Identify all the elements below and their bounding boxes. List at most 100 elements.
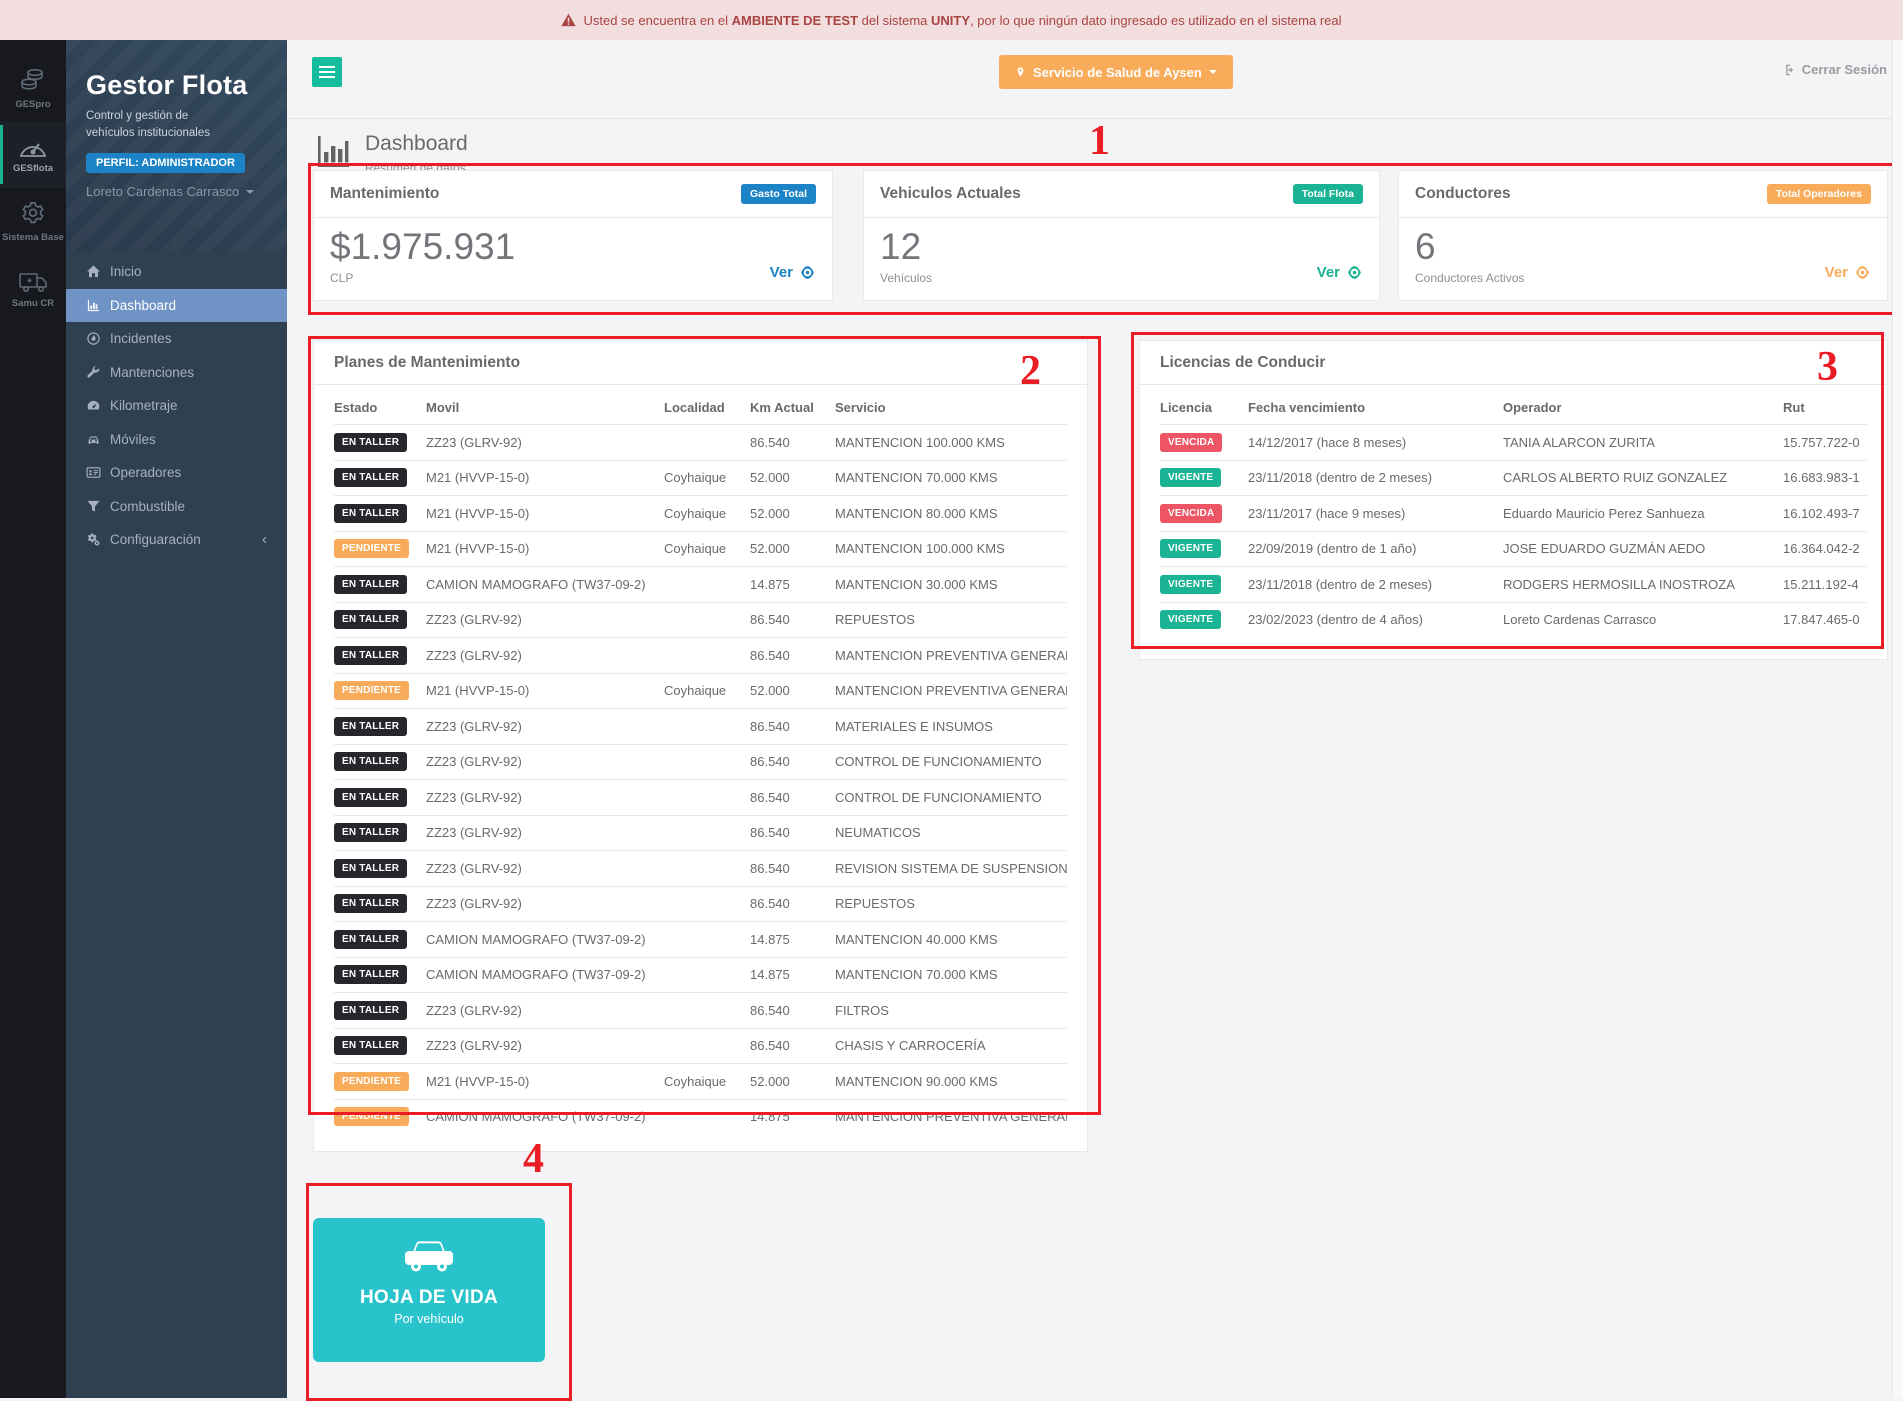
page-heading: Dashboard Resumen de datos — [313, 132, 468, 175]
sidebar-item-dashboard[interactable]: Dashboard — [66, 289, 287, 323]
sidebar-profile: Gestor Flota Control y gestión de vehícu… — [66, 40, 287, 252]
warning-icon — [561, 13, 576, 27]
cell-fecha: 23/11/2018 (dentro de 2 meses) — [1248, 567, 1503, 603]
id-card-icon — [86, 465, 101, 480]
cell-movil: ZZ23 (GLRV-92) — [426, 1028, 664, 1064]
cell-servicio: REVISION SISTEMA DE SUSPENSION — [835, 851, 1067, 887]
cell-localidad — [664, 993, 750, 1029]
rail-item-gespro[interactable]: GESpro — [0, 54, 66, 121]
cell-rut: 15.211.192-4 — [1783, 567, 1867, 603]
profile-role-badge: PERFIL: ADMINISTRADOR — [86, 153, 245, 173]
cell-fecha: 22/09/2019 (dentro de 1 año) — [1248, 531, 1503, 567]
cell-operador: JOSE EDUARDO GUZMÁN AEDO — [1503, 531, 1783, 567]
rail-item-gesflota[interactable]: GESflota — [0, 121, 66, 188]
sidebar-item-mantenciones[interactable]: Mantenciones — [66, 356, 287, 390]
chevron-left-icon: ‹ — [262, 532, 267, 547]
status-badge: EN TALLER — [334, 1036, 407, 1055]
rail-item-label: GESflota — [13, 164, 53, 174]
sidebar-item-incidentes[interactable]: Incidentes — [66, 322, 287, 356]
user-menu[interactable]: Loreto Cardenas Carrasco — [86, 184, 267, 199]
cell-servicio: MANTENCION 80.000 KMS — [835, 496, 1067, 532]
cell-servicio: MATERIALES E INSUMOS — [835, 709, 1067, 745]
maintenance-row: EN TALLER CAMION MAMOGRAFO (TW37-09-2) 1… — [334, 922, 1067, 958]
cell-km: 86.540 — [750, 815, 835, 851]
speedometer-icon — [17, 135, 49, 159]
cell-movil: M21 (HVVP-15-0) — [426, 1064, 664, 1100]
main-content: Servicio de Salud de Aysen Cerrar Sesión… — [287, 40, 1903, 1398]
status-badge: EN TALLER — [334, 788, 407, 807]
cell-localidad — [664, 815, 750, 851]
cell-km: 86.540 — [750, 744, 835, 780]
column-header: Licencia — [1160, 389, 1248, 425]
ver-link[interactable]: Ver — [1317, 264, 1363, 281]
stat-card-mantenimiento: Mantenimiento Gasto Total $1.975.931 CLP… — [313, 170, 833, 301]
logout-button[interactable]: Cerrar Sesión — [1781, 62, 1887, 77]
maintenance-table: Estado Movil Localidad Km Actual Servici… — [334, 389, 1067, 1134]
stat-value: 6 — [1415, 226, 1871, 269]
ver-link[interactable]: Ver — [770, 264, 816, 281]
stat-card-badge: Total Flota — [1293, 184, 1363, 204]
license-row: VENCIDA 14/12/2017 (hace 8 meses) TANIA … — [1160, 425, 1867, 461]
cell-operador: CARLOS ALBERTO RUIZ GONZALEZ — [1503, 460, 1783, 496]
status-badge: EN TALLER — [334, 965, 407, 984]
column-header: Rut — [1783, 389, 1867, 425]
hoja-de-vida-tile[interactable]: HOJA DE VIDA Por vehículo — [313, 1218, 545, 1362]
cell-movil: ZZ23 (GLRV-92) — [426, 780, 664, 816]
stat-value: $1.975.931 — [330, 226, 816, 269]
status-badge: EN TALLER — [334, 468, 407, 487]
license-row: VIGENTE 23/11/2018 (dentro de 2 meses) C… — [1160, 460, 1867, 496]
maintenance-row: PENDIENTE M21 (HVVP-15-0) Coyhaique 52.0… — [334, 531, 1067, 567]
status-badge: EN TALLER — [334, 1001, 407, 1020]
sidebar-item-kilometraje[interactable]: Kilometraje — [66, 389, 287, 423]
status-badge: PENDIENTE — [334, 1107, 409, 1126]
rail-item-sistema-base[interactable]: Sistema Base — [0, 188, 66, 255]
cell-localidad — [664, 602, 750, 638]
stat-card-badge: Total Operadores — [1767, 184, 1871, 204]
sidebar-item-inicio[interactable]: Inicio — [66, 255, 287, 289]
license-row: VIGENTE 22/09/2019 (dentro de 1 año) JOS… — [1160, 531, 1867, 567]
rail-item-samu-cr[interactable]: Samu CR — [0, 255, 66, 322]
sidebar-toggle-button[interactable] — [312, 57, 342, 87]
cell-localidad: Coyhaique — [664, 1064, 750, 1100]
cell-servicio: CHASIS Y CARROCERÍA — [835, 1028, 1067, 1064]
tachometer-icon — [86, 398, 101, 413]
cell-localidad — [664, 851, 750, 887]
cell-localidad — [664, 922, 750, 958]
cell-servicio: MANTENCION PREVENTIVA GENERAL — [835, 638, 1067, 674]
cell-servicio: MANTENCION PREVENTIVA GENERAL — [835, 673, 1067, 709]
cell-km: 14.875 — [750, 922, 835, 958]
cell-localidad — [664, 957, 750, 993]
cell-rut: 17.847.465-0 — [1783, 602, 1867, 637]
sidebar-item-label: Combustible — [110, 499, 185, 514]
sidebar-item-configuracion[interactable]: Configuaración ‹ — [66, 523, 287, 557]
coins-icon — [18, 65, 48, 95]
ver-link[interactable]: Ver — [1825, 264, 1871, 281]
topbar-divider — [287, 118, 1903, 119]
sidebar-item-combustible[interactable]: Combustible — [66, 490, 287, 524]
sidebar-item-label: Incidentes — [110, 331, 172, 346]
organization-selector-label: Servicio de Salud de Aysen — [1033, 65, 1202, 80]
license-row: VIGENTE 23/02/2023 (dentro de 4 años) Lo… — [1160, 602, 1867, 637]
eye-icon — [1854, 266, 1871, 279]
scrollbar-track[interactable] — [1892, 40, 1903, 1398]
licenses-panel: Licencias de Conducir Licencia Fecha ven… — [1139, 340, 1888, 660]
organization-selector-button[interactable]: Servicio de Salud de Aysen — [999, 55, 1233, 89]
sidebar-item-label: Operadores — [110, 465, 181, 480]
cell-localidad: Coyhaique — [664, 460, 750, 496]
stat-card-conductores: Conductores Total Operadores 6 Conductor… — [1398, 170, 1888, 301]
cell-km: 14.875 — [750, 567, 835, 603]
status-badge: EN TALLER — [334, 646, 407, 665]
cell-movil: CAMION MAMOGRAFO (TW37-09-2) — [426, 567, 664, 603]
sidebar-item-operadores[interactable]: Operadores — [66, 456, 287, 490]
sidebar-item-label: Móviles — [110, 432, 156, 447]
cell-movil: M21 (HVVP-15-0) — [426, 673, 664, 709]
table-header-row: Licencia Fecha vencimiento Operador Rut — [1160, 389, 1867, 425]
caret-down-icon — [1209, 70, 1217, 74]
cell-movil: M21 (HVVP-15-0) — [426, 460, 664, 496]
cell-movil: M21 (HVVP-15-0) — [426, 496, 664, 532]
sidebar-item-label: Inicio — [110, 264, 142, 279]
cell-servicio: CONTROL DE FUNCIONAMIENTO — [835, 744, 1067, 780]
cell-rut: 16.364.042-2 — [1783, 531, 1867, 567]
sidebar-item-moviles[interactable]: Móviles — [66, 423, 287, 457]
status-badge: EN TALLER — [334, 930, 407, 949]
